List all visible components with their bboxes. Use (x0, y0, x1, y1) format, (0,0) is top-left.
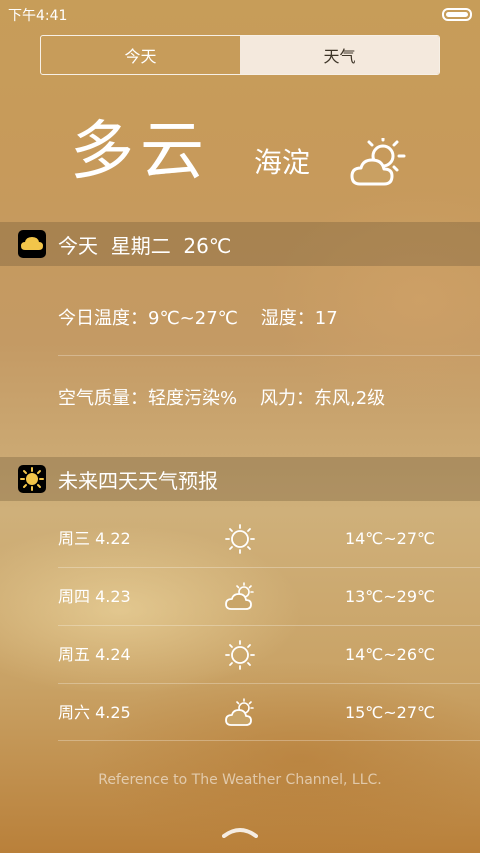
battery-icon (442, 8, 472, 21)
forecast-temp: 13℃~29℃ (344, 587, 435, 606)
forecast-title: 未来四天天气预报 (58, 468, 218, 493)
forecast-row[interactable]: 周四 4.23 13℃~29℃ (0, 568, 480, 626)
status-time: 下午4:41 (8, 8, 68, 24)
forecast-temp: 15℃~27℃ (344, 703, 435, 722)
tab-weather[interactable]: 天气 (240, 36, 439, 74)
tab-bar: 今天 天气 (40, 35, 440, 75)
forecast-header: 未来四天天气预报 (0, 457, 480, 501)
forecast-temp: 14℃~26℃ (344, 645, 435, 664)
partly-cloudy-icon (350, 138, 406, 186)
attribution: Reference to The Weather Channel, LLC. (98, 772, 382, 788)
forecast-day: 周三 4.22 (58, 529, 131, 548)
divider (58, 355, 480, 356)
forecast-temp: 14℃~27℃ (344, 529, 435, 548)
forecast-day: 周六 4.25 (58, 703, 131, 722)
today-header: 今天 星期二 26℃ (0, 222, 480, 266)
forecast-row[interactable]: 周六 4.25 15℃~27℃ (0, 684, 480, 742)
current-condition: 多云 (70, 115, 210, 189)
status-bar: 下午4:41 (0, 0, 480, 26)
partly-cloudy-icon (225, 582, 254, 610)
sun-icon (225, 640, 255, 670)
cloud-icon (18, 230, 46, 258)
forecast-row[interactable]: 周三 4.22 14℃~27℃ (0, 510, 480, 568)
today-air-wind: 空气质量：轻度污染% 风力：东风,2级 (58, 388, 386, 409)
sun-icon (225, 524, 255, 554)
forecast-day: 周四 4.23 (58, 587, 131, 606)
forecast-row[interactable]: 周五 4.24 14℃~26℃ (0, 626, 480, 684)
sun-icon (18, 465, 46, 493)
chevron-up-icon[interactable] (222, 826, 258, 838)
partly-cloudy-icon (225, 698, 254, 726)
today-temperature-humidity: 今日温度：9℃~27℃ 湿度：17 (58, 308, 338, 329)
divider (58, 740, 480, 741)
city-name: 海淀 (254, 146, 311, 179)
today-summary: 今天 星期二 26℃ (58, 233, 232, 258)
forecast-day: 周五 4.24 (58, 645, 131, 664)
tab-today[interactable]: 今天 (41, 36, 240, 74)
